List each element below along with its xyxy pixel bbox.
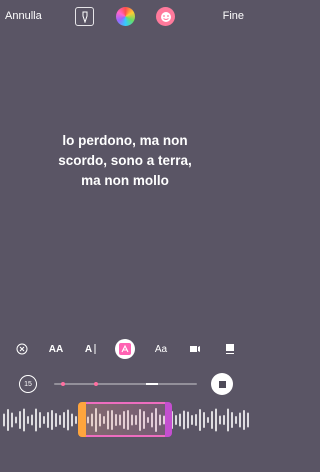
lyrics-line: ma non mollo — [81, 173, 169, 188]
cancel-button[interactable]: Annulla — [5, 10, 42, 22]
text-cursor-icon — [94, 344, 96, 354]
waveform-bar — [191, 415, 193, 425]
sticker-button[interactable] — [156, 7, 175, 26]
selection-left-handle[interactable] — [78, 402, 86, 437]
text-highlight-button[interactable] — [115, 339, 135, 359]
color-wheel-button[interactable] — [116, 7, 135, 26]
text-style-button[interactable]: A — [82, 339, 100, 359]
face-icon — [160, 11, 171, 22]
highlight-a-icon — [119, 343, 131, 355]
text-format-button[interactable] — [75, 7, 94, 26]
waveform-bar — [243, 410, 245, 430]
waveform-bar — [47, 412, 49, 428]
waveform-bar — [3, 413, 5, 427]
waveform-bar — [235, 416, 237, 424]
waveform-bar — [11, 412, 13, 428]
waveform-bar — [231, 412, 233, 428]
waveform-bar — [175, 415, 177, 425]
waveform-bar — [23, 408, 25, 432]
text-tools-bar: AA A Aa — [0, 339, 250, 359]
waveform-bar — [27, 416, 29, 424]
waveform-bar — [59, 415, 61, 425]
highlight-ring — [115, 339, 135, 359]
scrub-position[interactable] — [146, 383, 158, 385]
duration-button[interactable]: 15 — [19, 375, 37, 393]
font-preview-button[interactable]: Aa — [150, 339, 172, 359]
waveform-bar — [179, 413, 181, 427]
waveform-bar — [7, 409, 9, 431]
waveform-bar — [227, 408, 229, 432]
waveform-bar — [207, 417, 209, 423]
duration-label: 15 — [24, 380, 32, 388]
selection-right-handle[interactable] — [165, 402, 172, 437]
lyrics-text: lo perdono, ma non scordo, sono a terra,… — [0, 131, 250, 191]
waveform-bar — [15, 416, 17, 424]
waveform-bar — [219, 415, 221, 425]
waveform-bar — [19, 411, 21, 429]
lyrics-line: lo perdono, ma non — [62, 133, 188, 148]
text-size-button[interactable]: AA — [46, 339, 66, 359]
scrub-marker — [61, 382, 65, 386]
waveform-bar — [195, 414, 197, 426]
stop-button[interactable] — [211, 373, 233, 395]
waveform-bar — [199, 409, 201, 431]
done-button[interactable]: Fine — [223, 10, 244, 22]
text-style-label: A — [84, 343, 93, 355]
waveform-bar — [183, 410, 185, 430]
waveform-bar — [63, 412, 65, 428]
stop-icon — [218, 380, 226, 388]
waveform-bar — [247, 412, 249, 428]
waveform-bar — [55, 413, 57, 427]
scrub-track[interactable] — [54, 382, 197, 386]
stack-button[interactable] — [222, 339, 238, 359]
waveform-bar — [215, 408, 217, 432]
close-tool-button[interactable] — [13, 339, 31, 359]
waveform-bar — [187, 411, 189, 429]
stack-icon — [226, 344, 234, 354]
waveform-bar — [51, 410, 53, 430]
lyrics-line: scordo, sono a terra, — [58, 153, 192, 168]
font-preview-label: Aa — [154, 343, 168, 355]
waveform-bar — [39, 412, 41, 428]
waveform-bar — [67, 409, 69, 431]
waveform-bar — [43, 416, 45, 424]
selection-window[interactable] — [78, 402, 172, 437]
waveform-bar — [75, 416, 77, 424]
video-toggle-button[interactable] — [186, 339, 204, 359]
close-circle-icon — [16, 343, 28, 355]
playback-scrubber: 15 — [0, 371, 250, 397]
waveform-bar — [239, 412, 241, 428]
top-bar: Annulla Fine — [0, 0, 250, 36]
audio-waveform[interactable] — [0, 400, 250, 444]
waveform-bar — [35, 408, 37, 432]
waveform-bar — [71, 413, 73, 427]
video-icon — [190, 346, 200, 352]
waveform-bar — [223, 415, 225, 425]
pen-icon — [82, 11, 87, 23]
waveform-bar — [203, 412, 205, 428]
scrub-marker — [94, 382, 98, 386]
waveform-bar — [211, 411, 213, 429]
waveform-bar — [31, 414, 33, 426]
